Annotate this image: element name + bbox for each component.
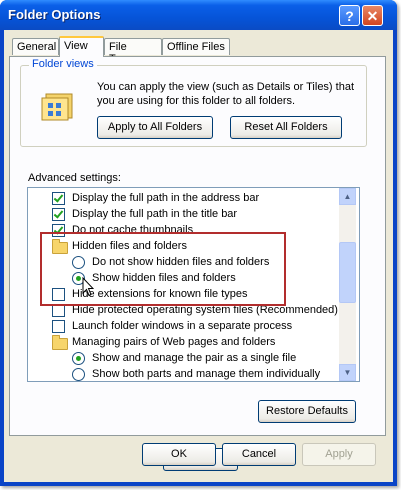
- mouse-pointer-icon: [82, 277, 94, 297]
- tab-view[interactable]: View: [59, 36, 104, 57]
- checkbox-icon[interactable]: [52, 208, 65, 221]
- cancel-button[interactable]: Cancel: [222, 443, 296, 466]
- setting-row[interactable]: Display the full path in the address bar: [28, 190, 338, 206]
- folder-views-description: You can apply the view (such as Details …: [97, 81, 355, 107]
- tab-general[interactable]: General: [12, 38, 59, 55]
- setting-label: Display the full path in the address bar: [72, 192, 260, 204]
- help-button[interactable]: ?: [339, 5, 360, 26]
- title-bar[interactable]: Folder Options ? ✕: [0, 0, 397, 30]
- close-button[interactable]: ✕: [362, 5, 383, 26]
- reset-all-folders-button[interactable]: Reset All Folders: [230, 116, 342, 139]
- apply-to-all-folders-button[interactable]: Apply to All Folders: [97, 116, 213, 139]
- setting-label: Show and manage the pair as a single fil…: [92, 352, 297, 364]
- checkbox-icon[interactable]: [52, 192, 65, 205]
- highlight-box: [40, 232, 286, 306]
- tab-label: Offline Files: [167, 41, 225, 53]
- apply-button: Apply: [302, 443, 376, 466]
- restore-defaults-button[interactable]: Restore Defaults: [258, 400, 356, 423]
- setting-label: Managing pairs of Web pages and folders: [72, 336, 276, 348]
- tab-label: View: [64, 40, 88, 52]
- tab-label: General: [17, 41, 57, 53]
- setting-row[interactable]: Managing pairs of Web pages and folders: [28, 334, 338, 350]
- scrollbar[interactable]: ▲ ▼: [339, 188, 356, 381]
- tab-offline-files[interactable]: Offline Files: [162, 38, 230, 55]
- folder-views-label: Folder views: [29, 58, 97, 70]
- setting-row[interactable]: Show and manage the pair as a single fil…: [28, 350, 338, 366]
- checkbox-icon[interactable]: [52, 320, 65, 333]
- advanced-settings-label: Advanced settings:: [28, 172, 121, 184]
- scroll-thumb[interactable]: [339, 242, 356, 303]
- ok-button-footer[interactable]: OK: [142, 443, 216, 466]
- setting-label: Show both parts and manage them individu…: [92, 368, 321, 380]
- setting-row[interactable]: Display the full path in the title bar: [28, 206, 338, 222]
- folder-icon: [52, 335, 68, 350]
- close-icon: ✕: [366, 8, 379, 24]
- tab-file-types[interactable]: File Types: [104, 38, 162, 65]
- radio-icon[interactable]: [72, 352, 85, 365]
- window-title: Folder Options: [8, 7, 101, 22]
- setting-row[interactable]: Show both parts and manage them individu…: [28, 366, 338, 381]
- scroll-down-icon[interactable]: ▼: [339, 364, 356, 381]
- help-icon: ?: [345, 8, 354, 24]
- folder-views-icon: [41, 93, 73, 121]
- setting-row[interactable]: Launch folder windows in a separate proc…: [28, 318, 338, 334]
- radio-icon[interactable]: [72, 368, 85, 381]
- scroll-up-icon[interactable]: ▲: [339, 188, 356, 205]
- setting-label: Launch folder windows in a separate proc…: [72, 320, 293, 332]
- setting-label: Display the full path in the title bar: [72, 208, 238, 220]
